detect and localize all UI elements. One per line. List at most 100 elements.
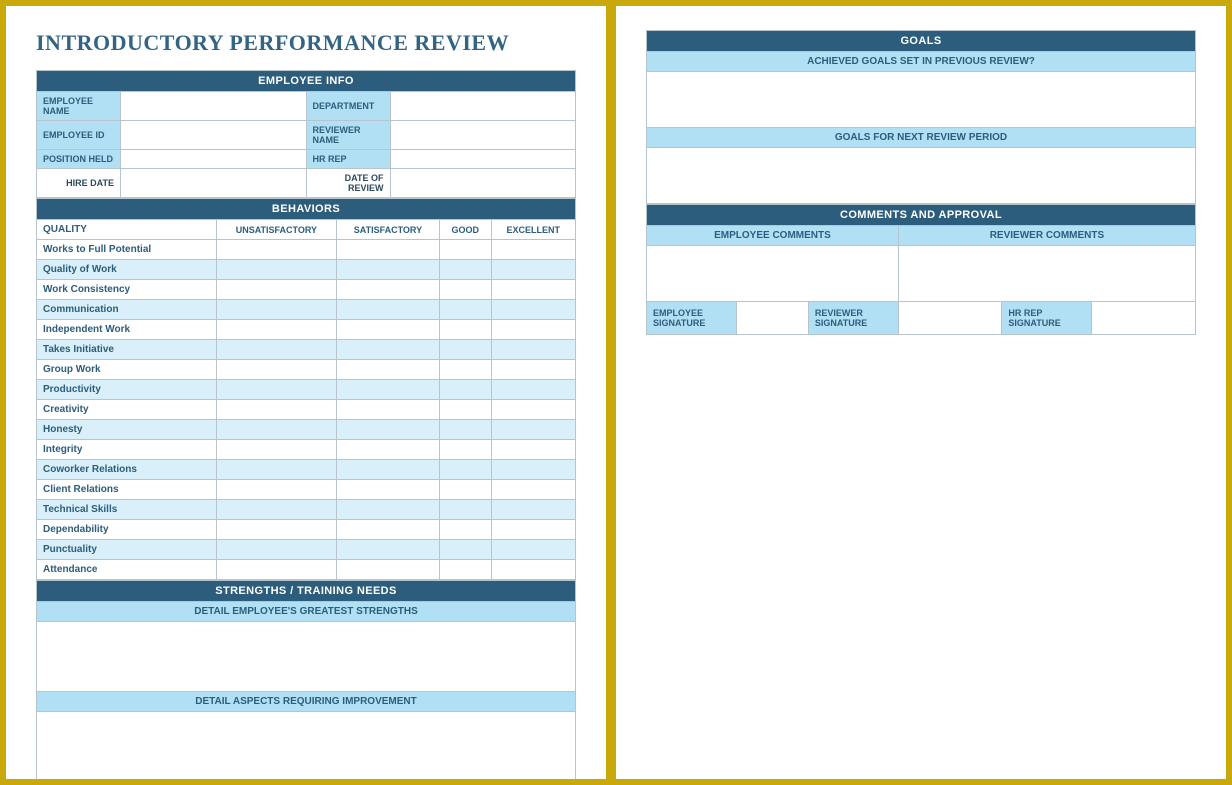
behavior-cell[interactable] [440, 480, 491, 500]
behavior-cell[interactable] [336, 240, 439, 260]
field-hr-rep[interactable] [390, 150, 576, 169]
comments-header: COMMENTS AND APPROVAL [647, 205, 1196, 226]
behavior-cell[interactable] [440, 380, 491, 400]
behavior-cell[interactable] [336, 540, 439, 560]
behavior-cell[interactable] [217, 240, 337, 260]
behavior-label: Integrity [37, 440, 217, 460]
improvement-detail-area[interactable] [37, 712, 576, 780]
behavior-cell[interactable] [440, 520, 491, 540]
behavior-cell[interactable] [491, 340, 575, 360]
behavior-cell[interactable] [217, 400, 337, 420]
behavior-cell[interactable] [336, 480, 439, 500]
col-unsatisfactory: UNSATISFACTORY [217, 220, 337, 240]
behavior-cell[interactable] [440, 340, 491, 360]
behavior-cell[interactable] [440, 500, 491, 520]
behavior-cell[interactable] [336, 520, 439, 540]
quality-label: QUALITY [37, 220, 217, 240]
behavior-cell[interactable] [336, 320, 439, 340]
behavior-cell[interactable] [491, 560, 575, 580]
behavior-cell[interactable] [440, 300, 491, 320]
employee-comments-header: EMPLOYEE COMMENTS [647, 226, 899, 246]
behavior-cell[interactable] [217, 480, 337, 500]
field-employee-id[interactable] [121, 121, 307, 150]
behavior-label: Group Work [37, 360, 217, 380]
behavior-cell[interactable] [336, 560, 439, 580]
behavior-cell[interactable] [491, 500, 575, 520]
behavior-cell[interactable] [491, 440, 575, 460]
behavior-cell[interactable] [440, 240, 491, 260]
field-employee-name[interactable] [121, 92, 307, 121]
behavior-cell[interactable] [491, 400, 575, 420]
behavior-cell[interactable] [217, 460, 337, 480]
behavior-label: Independent Work [37, 320, 217, 340]
behavior-cell[interactable] [440, 360, 491, 380]
behavior-cell[interactable] [217, 340, 337, 360]
hr-signature-field[interactable] [1092, 302, 1196, 335]
behavior-cell[interactable] [217, 320, 337, 340]
behavior-cell[interactable] [491, 320, 575, 340]
behavior-cell[interactable] [491, 460, 575, 480]
behavior-label: Communication [37, 300, 217, 320]
behavior-cell[interactable] [440, 260, 491, 280]
behavior-cell[interactable] [491, 300, 575, 320]
behavior-cell[interactable] [336, 340, 439, 360]
behavior-cell[interactable] [491, 540, 575, 560]
behavior-cell[interactable] [336, 500, 439, 520]
behavior-cell[interactable] [217, 420, 337, 440]
field-reviewer-name[interactable] [390, 121, 576, 150]
goals-achieved-area[interactable] [647, 72, 1196, 128]
behavior-cell[interactable] [491, 480, 575, 500]
behavior-cell[interactable] [491, 520, 575, 540]
field-department[interactable] [390, 92, 576, 121]
behavior-cell[interactable] [217, 560, 337, 580]
behavior-row: Technical Skills [37, 500, 576, 520]
reviewer-signature-field[interactable] [898, 302, 1002, 335]
behavior-cell[interactable] [336, 400, 439, 420]
field-position-held[interactable] [121, 150, 307, 169]
employee-signature-field[interactable] [737, 302, 809, 335]
behavior-label: Client Relations [37, 480, 217, 500]
behavior-cell[interactable] [491, 280, 575, 300]
behavior-cell[interactable] [440, 540, 491, 560]
field-hire-date[interactable] [121, 169, 307, 198]
behavior-cell[interactable] [336, 300, 439, 320]
behavior-cell[interactable] [217, 380, 337, 400]
strengths-table: STRENGTHS / TRAINING NEEDS DETAIL EMPLOY… [36, 580, 576, 779]
behavior-label: Quality of Work [37, 260, 217, 280]
strengths-detail-area[interactable] [37, 622, 576, 692]
behavior-cell[interactable] [217, 280, 337, 300]
behavior-cell[interactable] [336, 280, 439, 300]
behavior-cell[interactable] [336, 260, 439, 280]
field-date-of-review[interactable] [390, 169, 576, 198]
behavior-cell[interactable] [217, 440, 337, 460]
behavior-row: Client Relations [37, 480, 576, 500]
behavior-cell[interactable] [440, 460, 491, 480]
behavior-cell[interactable] [336, 360, 439, 380]
employee-comments-area[interactable] [647, 246, 899, 302]
behavior-cell[interactable] [440, 400, 491, 420]
behavior-cell[interactable] [336, 460, 439, 480]
behavior-cell[interactable] [217, 300, 337, 320]
behaviors-table: BEHAVIORS QUALITY UNSATISFACTORY SATISFA… [36, 198, 576, 580]
behavior-cell[interactable] [217, 520, 337, 540]
behavior-cell[interactable] [491, 420, 575, 440]
behavior-cell[interactable] [491, 260, 575, 280]
behavior-cell[interactable] [440, 420, 491, 440]
behavior-cell[interactable] [217, 500, 337, 520]
behavior-cell[interactable] [440, 440, 491, 460]
behavior-cell[interactable] [440, 320, 491, 340]
behavior-cell[interactable] [336, 420, 439, 440]
behavior-cell[interactable] [217, 360, 337, 380]
behavior-cell[interactable] [491, 240, 575, 260]
behavior-cell[interactable] [336, 440, 439, 460]
behavior-label: Work Consistency [37, 280, 217, 300]
behavior-cell[interactable] [440, 560, 491, 580]
behavior-cell[interactable] [336, 380, 439, 400]
behavior-cell[interactable] [491, 380, 575, 400]
behavior-cell[interactable] [440, 280, 491, 300]
behavior-cell[interactable] [491, 360, 575, 380]
behavior-cell[interactable] [217, 540, 337, 560]
goals-next-area[interactable] [647, 148, 1196, 204]
behavior-cell[interactable] [217, 260, 337, 280]
reviewer-comments-area[interactable] [898, 246, 1195, 302]
